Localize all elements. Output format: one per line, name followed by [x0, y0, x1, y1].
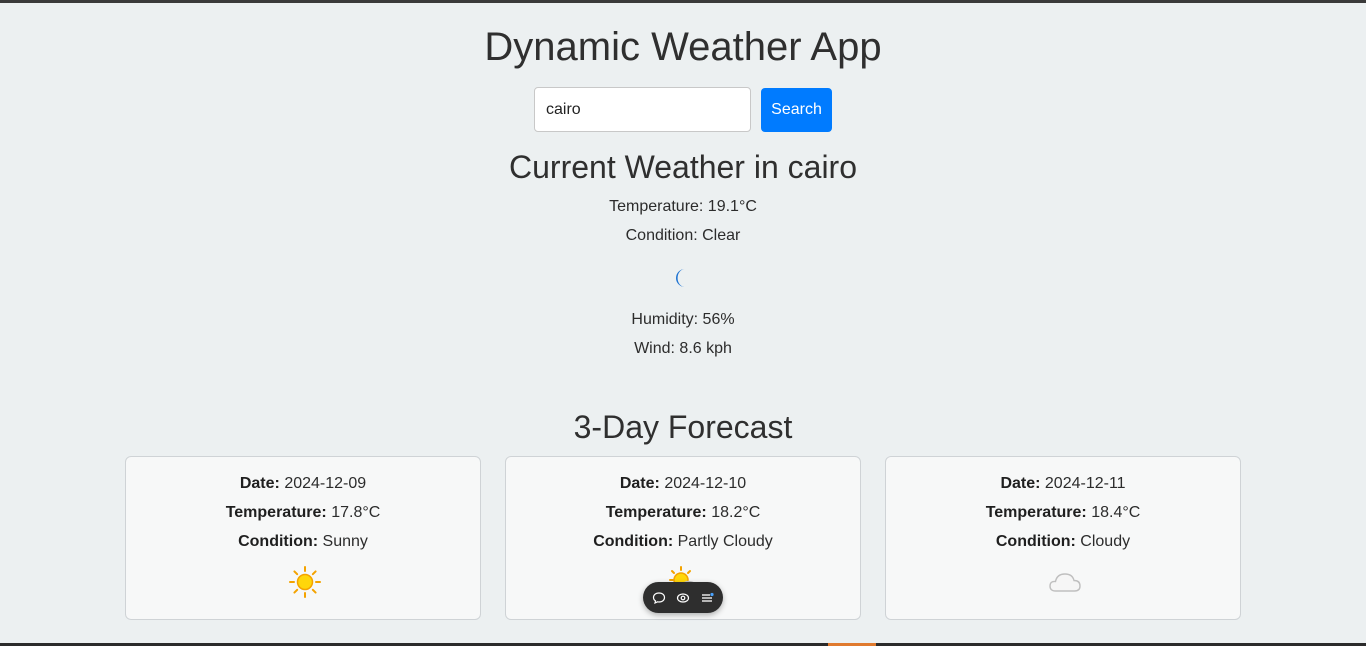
sun-icon — [289, 566, 321, 598]
date-value: 2024-12-10 — [664, 475, 747, 492]
chat-icon[interactable] — [651, 590, 667, 606]
forecast-temperature: Temperature: 17.8°C — [126, 503, 480, 523]
app-title: Dynamic Weather App — [484, 25, 882, 69]
forecast-condition: Condition: Partly Cloudy — [506, 532, 860, 552]
date-value: 2024-12-11 — [1044, 475, 1126, 492]
current-wind: Wind: 8.6 kph — [634, 340, 732, 357]
temperature-label: Temperature: — [605, 504, 707, 521]
condition-label: Condition: — [995, 533, 1076, 550]
current-temperature: Temperature: 19.1°C — [609, 198, 757, 215]
temperature-label: Temperature: — [985, 504, 1087, 521]
forecast-date: Date: 2024-12-11 — [886, 474, 1240, 494]
floating-toolbar — [643, 582, 723, 613]
forecast-temperature: Temperature: 18.2°C — [506, 503, 860, 523]
window-top-border — [0, 0, 1366, 3]
forecast-condition: Condition: Cloudy — [886, 532, 1240, 552]
moon-icon — [676, 269, 685, 287]
current-condition: Condition: Clear — [625, 227, 741, 244]
forecast-card: Date: 2024-12-09 Temperature: 17.8°C Con… — [125, 456, 481, 620]
forecast-date: Date: 2024-12-09 — [126, 474, 480, 494]
temperature-value: 18.4°C — [1091, 504, 1141, 521]
cloud-icon — [1049, 573, 1081, 592]
forecast-heading: 3-Day Forecast — [573, 409, 793, 445]
temperature-label: Temperature: — [225, 504, 327, 521]
temperature-value: 18.2°C — [711, 504, 761, 521]
menu-icon[interactable] — [699, 590, 715, 606]
condition-value: Cloudy — [1080, 533, 1131, 550]
city-search-input[interactable] — [534, 87, 751, 132]
forecast-card: Date: 2024-12-11 Temperature: 18.4°C Con… — [885, 456, 1241, 620]
date-label: Date: — [1000, 475, 1041, 492]
current-weather-heading: Current Weather in cairo — [509, 149, 857, 185]
date-label: Date: — [239, 475, 280, 492]
search-bar: Search — [534, 87, 832, 132]
condition-label: Condition: — [593, 533, 674, 550]
forecast-date: Date: 2024-12-10 — [506, 474, 860, 494]
condition-value: Partly Cloudy — [677, 533, 773, 550]
current-humidity: Humidity: 56% — [631, 311, 735, 328]
date-value: 2024-12-09 — [284, 475, 367, 492]
forecast-temperature: Temperature: 18.4°C — [886, 503, 1240, 523]
condition-value: Sunny — [322, 533, 368, 550]
search-button[interactable]: Search — [761, 88, 832, 132]
condition-label: Condition: — [238, 533, 319, 550]
forecast-condition: Condition: Sunny — [126, 532, 480, 552]
date-label: Date: — [619, 475, 660, 492]
temperature-value: 17.8°C — [331, 504, 381, 521]
eye-icon[interactable] — [675, 590, 691, 606]
